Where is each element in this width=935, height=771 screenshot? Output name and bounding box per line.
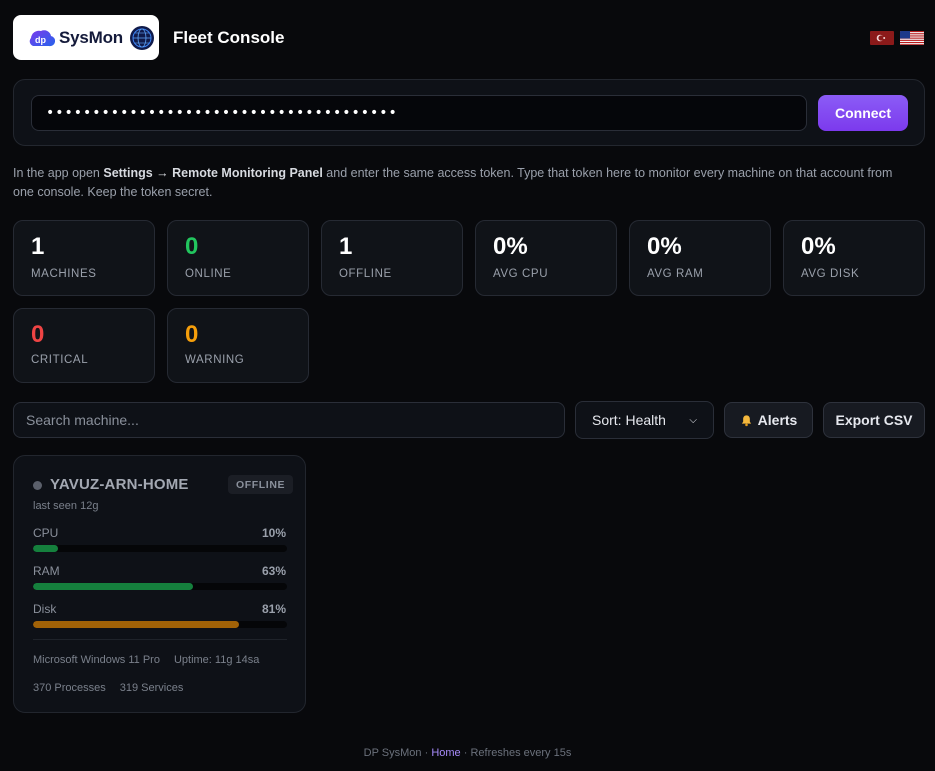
dp-logo-icon: dp: [29, 29, 55, 46]
stat-online: 0 ONLINE: [167, 220, 309, 296]
alerts-button[interactable]: Alerts: [724, 402, 813, 438]
us-flag-icon[interactable]: [900, 30, 924, 45]
token-input[interactable]: [31, 95, 807, 131]
uptime: Uptime: 11g 14sa: [173, 654, 260, 666]
stat-machines: 1 MACHINES: [13, 220, 155, 296]
export-csv-button[interactable]: Export CSV: [823, 402, 925, 438]
export-csv-label: Export CSV: [835, 412, 913, 428]
sort-select[interactable]: Sort: Health ⌵: [575, 401, 714, 439]
stat-label: WARNING: [185, 354, 245, 366]
stat-critical: 0 CRITICAL: [13, 308, 155, 383]
disk-bar-fill: [33, 621, 239, 628]
stat-value: 1: [339, 233, 353, 260]
stat-value: 0%: [647, 233, 682, 260]
footer-brand: DP SysMon ·: [363, 747, 432, 759]
search-input[interactable]: [13, 402, 565, 438]
instructions-text: In the app open Settings → Remote Monito…: [13, 164, 913, 202]
home-link[interactable]: Home: [431, 747, 460, 759]
os-name: Microsoft Windows 11 Pro: [33, 654, 160, 666]
cpu-value: 10%: [261, 526, 286, 540]
bell-icon: [741, 414, 751, 426]
globe-icon: [129, 25, 154, 50]
hint-bold-path: Settings → Remote Monitoring Panel: [103, 166, 323, 180]
status-dot-icon: [33, 481, 42, 490]
disk-bar: [33, 621, 287, 628]
stat-label: CRITICAL: [31, 354, 89, 366]
status-badge: OFFLINE: [228, 475, 294, 494]
disk-label: Disk: [33, 602, 57, 616]
cpu-bar: [33, 545, 287, 552]
last-seen: last seen 12g: [33, 500, 99, 512]
machine-counts-row: 370 Processes 319 Services: [33, 682, 183, 694]
ram-bar-fill: [33, 583, 194, 590]
connect-button[interactable]: Connect: [818, 95, 908, 131]
chevron-down-icon: ⌵: [689, 414, 697, 426]
stat-avg-ram: 0% AVG RAM: [629, 220, 771, 296]
stat-label: AVG RAM: [647, 268, 704, 280]
stat-warning: 0 WARNING: [167, 308, 309, 383]
stat-avg-disk: 0% AVG DISK: [783, 220, 925, 296]
ram-label: RAM: [33, 564, 60, 578]
logo[interactable]: dp SysMon: [13, 15, 159, 60]
stat-label: ONLINE: [185, 268, 232, 280]
ram-value: 63%: [261, 564, 286, 578]
header: dp SysMon Fleet Console: [13, 15, 924, 60]
page-title: Fleet Console: [173, 27, 285, 47]
cpu-bar-fill: [33, 545, 59, 552]
footer: DP SysMon · Home · Refreshes every 15s: [0, 747, 935, 759]
stat-value: 0: [185, 233, 199, 260]
alerts-button-label: Alerts: [757, 412, 798, 428]
stat-value: 1: [31, 233, 45, 260]
language-switcher: [870, 30, 924, 45]
hint-text-1: In the app open: [13, 166, 104, 180]
footer-refresh: · Refreshes every 15s: [460, 747, 572, 759]
machine-card[interactable]: YAVUZ-ARN-HOME OFFLINE last seen 12g CPU…: [13, 455, 306, 713]
process-count: 370 Processes: [33, 682, 106, 694]
stat-label: OFFLINE: [339, 268, 392, 280]
stat-value: 0: [31, 321, 45, 348]
ram-bar: [33, 583, 287, 590]
stat-label: AVG CPU: [493, 268, 549, 280]
stat-value: 0: [185, 321, 199, 348]
sort-select-value: Sort: Health: [592, 412, 666, 428]
stat-label: AVG DISK: [801, 268, 860, 280]
stat-value: 0%: [801, 233, 836, 260]
logo-text: SysMon: [59, 27, 123, 47]
service-count: 319 Services: [119, 682, 184, 694]
stat-value: 0%: [493, 233, 528, 260]
stat-offline: 1 OFFLINE: [321, 220, 463, 296]
svg-text:dp: dp: [35, 35, 46, 45]
cpu-label: CPU: [33, 526, 59, 540]
token-panel: Connect: [13, 79, 925, 146]
stat-label: MACHINES: [31, 268, 97, 280]
machine-info-row: Microsoft Windows 11 Pro Uptime: 11g 14sa: [33, 654, 259, 666]
disk-value: 81%: [261, 602, 286, 616]
divider: [33, 639, 287, 640]
machine-name: YAVUZ-ARN-HOME: [50, 476, 189, 493]
turkey-flag-icon[interactable]: [870, 30, 894, 45]
stat-avg-cpu: 0% AVG CPU: [475, 220, 617, 296]
